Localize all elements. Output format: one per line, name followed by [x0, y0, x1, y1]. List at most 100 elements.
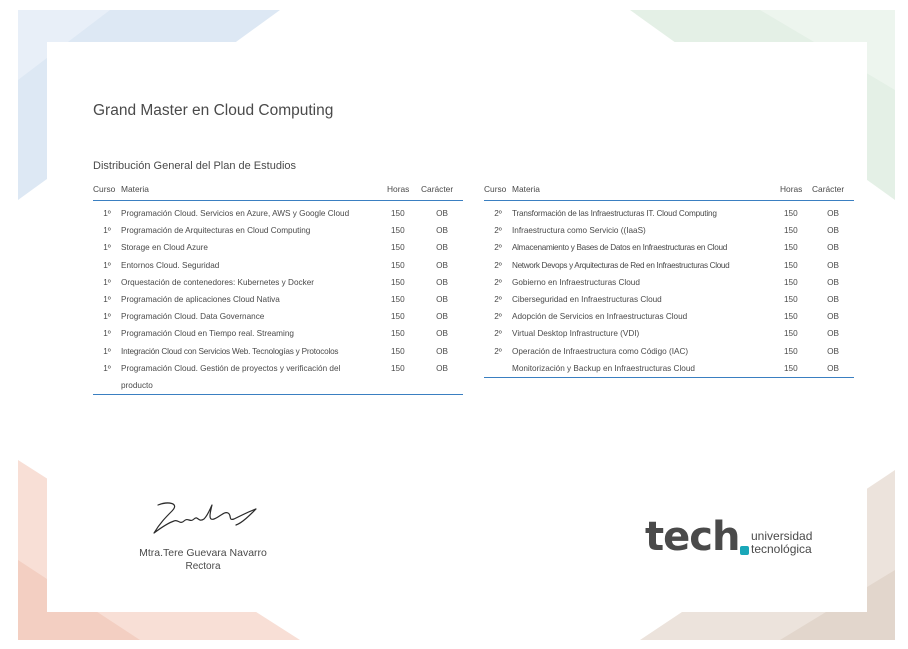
cell-caracter: OB — [436, 243, 448, 253]
cell-horas: 150 — [391, 346, 405, 356]
cell-horas: 150 — [784, 295, 798, 305]
cell-caracter: OB — [827, 209, 839, 219]
cell-curso: 2º — [494, 209, 502, 219]
cell-materia: Storage en Cloud Azure — [121, 243, 208, 253]
cell-materia: Adopción de Servicios en Infraestructura… — [512, 312, 688, 322]
cell-caracter: OB — [827, 312, 839, 322]
cell-caracter: OB — [436, 346, 448, 356]
cell-curso: 1º — [103, 277, 111, 287]
tech-logo: tech universidad tecnológica — [645, 514, 835, 564]
cell-materia: Integración Cloud con Servicios Web. Tec… — [121, 346, 339, 356]
cell-horas: 150 — [391, 295, 405, 305]
cell-horas: 150 — [391, 329, 405, 339]
table-row: 2º Network Devops y Arquitecturas de Red… — [484, 257, 854, 274]
cell-caracter: OB — [827, 226, 839, 236]
cell-caracter: OB — [436, 312, 448, 322]
header-materia: Materia — [512, 182, 780, 201]
cell-materia: Infraestructura como Servicio ((IaaS) — [512, 226, 646, 236]
table-row: 2º Adopción de Servicios en Infraestruct… — [484, 308, 854, 325]
table-header-row: Curso Materia Horas Carácter — [484, 182, 854, 201]
cell-materia: Monitorización y Backup en Infraestructu… — [512, 359, 780, 378]
cell-horas: 150 — [391, 243, 405, 253]
header-curso: Curso — [93, 182, 121, 201]
cell-materia: Programación Cloud. Servicios en Azure, … — [121, 209, 350, 219]
cell-curso: 2º — [494, 312, 502, 322]
cell-caracter: OB — [436, 226, 448, 236]
cell-materia: Almacenamiento y Bases de Datos en Infra… — [512, 243, 728, 253]
cell-curso: 1º — [103, 329, 111, 339]
cell-curso: 2º — [494, 243, 502, 253]
cell-materia: Programación de Arquitecturas en Cloud C… — [121, 226, 311, 236]
table-row: 1º Entornos Cloud. Seguridad 150 OB — [93, 257, 463, 274]
table-row: 1º Programación Cloud en Tiempo real. St… — [93, 325, 463, 342]
cell-materia: Ciberseguridad en Infraestructuras Cloud — [512, 295, 662, 305]
cell-horas: 150 — [387, 359, 421, 396]
header-curso: Curso — [484, 182, 512, 201]
cell-horas: 150 — [784, 329, 798, 339]
table-row: 2º Operación de Infraestructura como Cód… — [484, 343, 854, 360]
table-row: 1º Orquestación de contenedores: Kuberne… — [93, 274, 463, 291]
header-horas: Horas — [780, 182, 812, 201]
cell-caracter: OB — [827, 295, 839, 305]
table-row: 2º Transformación de las Infraestructura… — [484, 201, 854, 223]
header-caracter: Carácter — [812, 182, 854, 201]
cell-horas: 150 — [391, 312, 405, 322]
cell-caracter: OB — [827, 329, 839, 339]
cell-horas: 150 — [784, 260, 798, 270]
cell-caracter: OB — [436, 277, 448, 287]
cell-curso: 1º — [93, 359, 121, 396]
cell-materia: Programación Cloud. Gestión de proyectos… — [121, 359, 387, 396]
table-row: 1º Programación Cloud. Servicios en Azur… — [93, 201, 463, 223]
cell-materia: Operación de Infraestructura como Código… — [512, 346, 689, 356]
table-header-row: Curso Materia Horas Carácter — [93, 182, 463, 201]
cell-materia: Transformación de las Infraestructuras I… — [512, 209, 717, 219]
cell-curso: 1º — [103, 226, 111, 236]
cell-curso: 2º — [494, 329, 502, 339]
cell-horas: 150 — [780, 359, 812, 378]
cell-curso — [484, 359, 512, 378]
cell-curso: 1º — [103, 346, 111, 356]
table-row: 1º Programación de Arquitecturas en Clou… — [93, 222, 463, 239]
signer-role: Rectora — [185, 561, 221, 572]
header-horas: Horas — [387, 182, 421, 201]
cell-materia: Programación Cloud en Tiempo real. Strea… — [121, 329, 294, 339]
cell-caracter: OB — [436, 329, 448, 339]
cell-curso: 2º — [494, 346, 502, 356]
header-caracter: Carácter — [421, 182, 463, 201]
cell-materia: Orquestación de contenedores: Kubernetes… — [121, 277, 314, 287]
cell-curso: 2º — [494, 226, 502, 236]
cell-caracter: OB — [812, 359, 854, 378]
curriculum-table-year-1: Curso Materia Horas Carácter 1º Programa… — [93, 182, 463, 396]
cell-horas: 150 — [784, 243, 798, 253]
cell-curso: 2º — [494, 295, 502, 305]
table-row: 2º Almacenamiento y Bases de Datos en In… — [484, 239, 854, 256]
cell-materia: Entornos Cloud. Seguridad — [121, 260, 220, 270]
cell-caracter: OB — [436, 260, 448, 270]
signature-block: Mtra.Tere Guevara Navarro Rectora — [113, 497, 293, 572]
cell-curso: 1º — [103, 243, 111, 253]
section-subtitle: Distribución General del Plan de Estudio… — [93, 160, 297, 172]
cell-horas: 150 — [391, 277, 405, 287]
cell-horas: 150 — [391, 260, 405, 270]
cell-caracter: OB — [827, 243, 839, 253]
cell-caracter: OB — [827, 277, 839, 287]
cell-materia: Network Devops y Arquitecturas de Red en… — [512, 260, 730, 270]
cell-caracter: OB — [827, 260, 839, 270]
table-row: 1º Storage en Cloud Azure 150 OB — [93, 239, 463, 256]
logo-wordmark: tech — [645, 514, 740, 560]
cell-curso: 2º — [494, 260, 502, 270]
cell-materia: Programación Cloud. Data Governance — [121, 312, 265, 322]
cell-caracter: OB — [436, 209, 448, 219]
cell-materia: Gobierno en Infraestructuras Cloud — [512, 277, 640, 287]
cell-horas: 150 — [391, 226, 405, 236]
logo-accent-square — [740, 546, 749, 555]
cell-curso: 1º — [103, 260, 111, 270]
cell-curso: 2º — [494, 277, 502, 287]
cell-caracter: OB — [421, 359, 463, 396]
logo-tagline: universidad tecnológica — [751, 530, 812, 556]
table-row: 2º Virtual Desktop Infrastructure (VDI) … — [484, 325, 854, 342]
page-title: Grand Master en Cloud Computing — [93, 102, 334, 119]
header-materia: Materia — [121, 182, 387, 201]
cell-horas: 150 — [391, 209, 405, 219]
table-row: 1º Programación Cloud. Gestión de proyec… — [93, 359, 463, 396]
